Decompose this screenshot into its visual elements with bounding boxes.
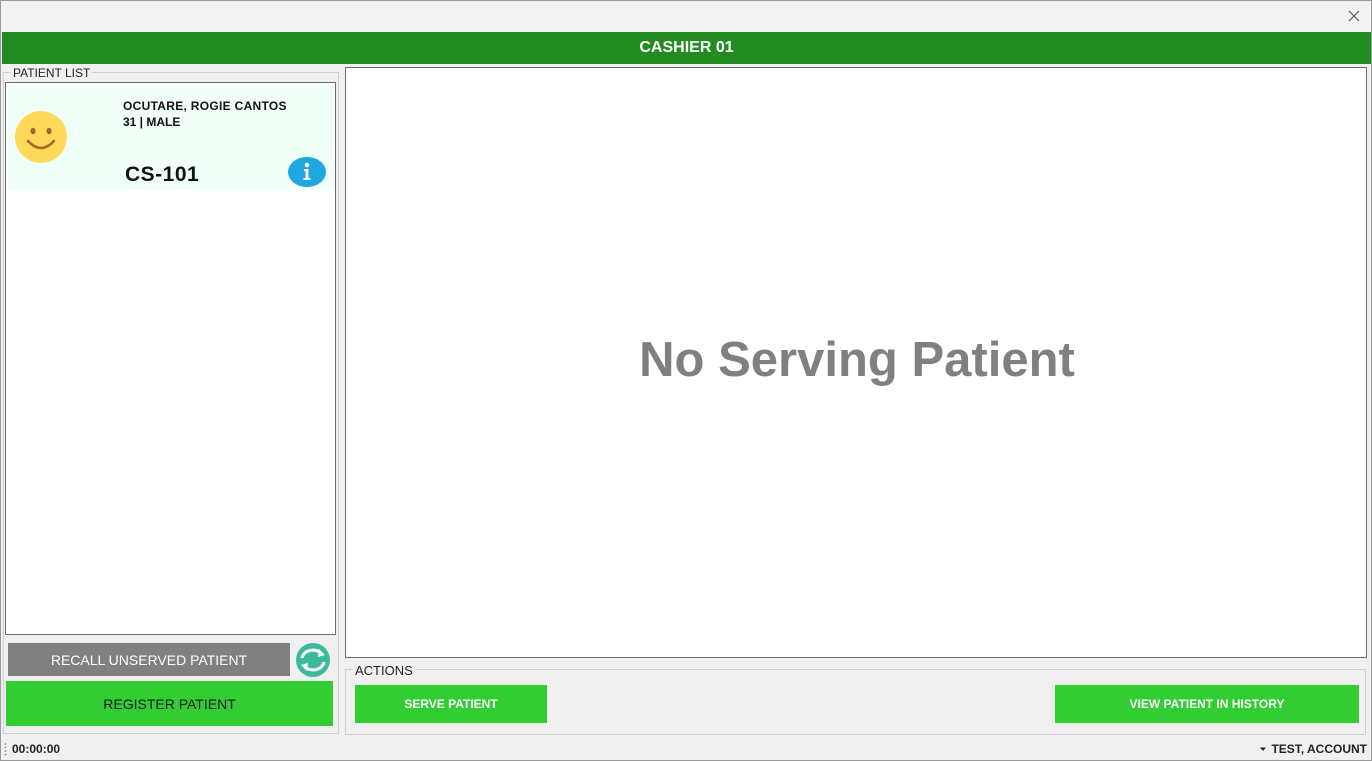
recall-unserved-button[interactable]: RECALL UNSERVED PATIENT	[8, 643, 290, 676]
view-history-button[interactable]: VIEW PATIENT IN HISTORY	[1055, 685, 1359, 723]
actions-legend: ACTIONS	[353, 663, 415, 678]
status-bar: 00:00:00 TEST, ACCOUNT	[2, 738, 1371, 760]
close-button[interactable]	[1343, 5, 1365, 27]
patient-list-legend: PATIENT LIST	[11, 66, 93, 80]
serve-patient-button[interactable]: SERVE PATIENT	[355, 685, 547, 723]
session-timer: 00:00:00	[12, 742, 61, 756]
grip-icon	[4, 743, 7, 756]
patient-age-sex: 31 | MALE	[123, 115, 181, 129]
patient-card[interactable]: OCUTARE, ROGIE CANTOS 31 | MALE CS-101	[8, 85, 333, 190]
dropdown-arrow-icon[interactable]	[1259, 745, 1267, 753]
app-window: CASHIER 01 PATIENT LIST OCUTARE, ROGIE C…	[0, 0, 1372, 761]
serving-panel: No Serving Patient	[345, 67, 1367, 658]
no-serving-message: No Serving Patient	[639, 333, 1075, 387]
patient-queue-code: CS-101	[125, 163, 200, 186]
close-icon[interactable]	[1348, 10, 1360, 22]
user-name[interactable]: TEST, ACCOUNT	[1271, 742, 1367, 756]
info-icon[interactable]	[287, 156, 327, 188]
page-title: CASHIER 01	[2, 32, 1371, 64]
register-patient-button[interactable]: REGISTER PATIENT	[6, 681, 333, 726]
title-bar	[1, 1, 1371, 31]
refresh-icon[interactable]	[292, 642, 334, 678]
user-menu[interactable]: TEST, ACCOUNT	[1259, 742, 1367, 756]
patient-name: OCUTARE, ROGIE CANTOS	[123, 99, 287, 113]
smiley-icon	[15, 111, 67, 163]
patient-list[interactable]: OCUTARE, ROGIE CANTOS 31 | MALE CS-101	[5, 82, 336, 635]
